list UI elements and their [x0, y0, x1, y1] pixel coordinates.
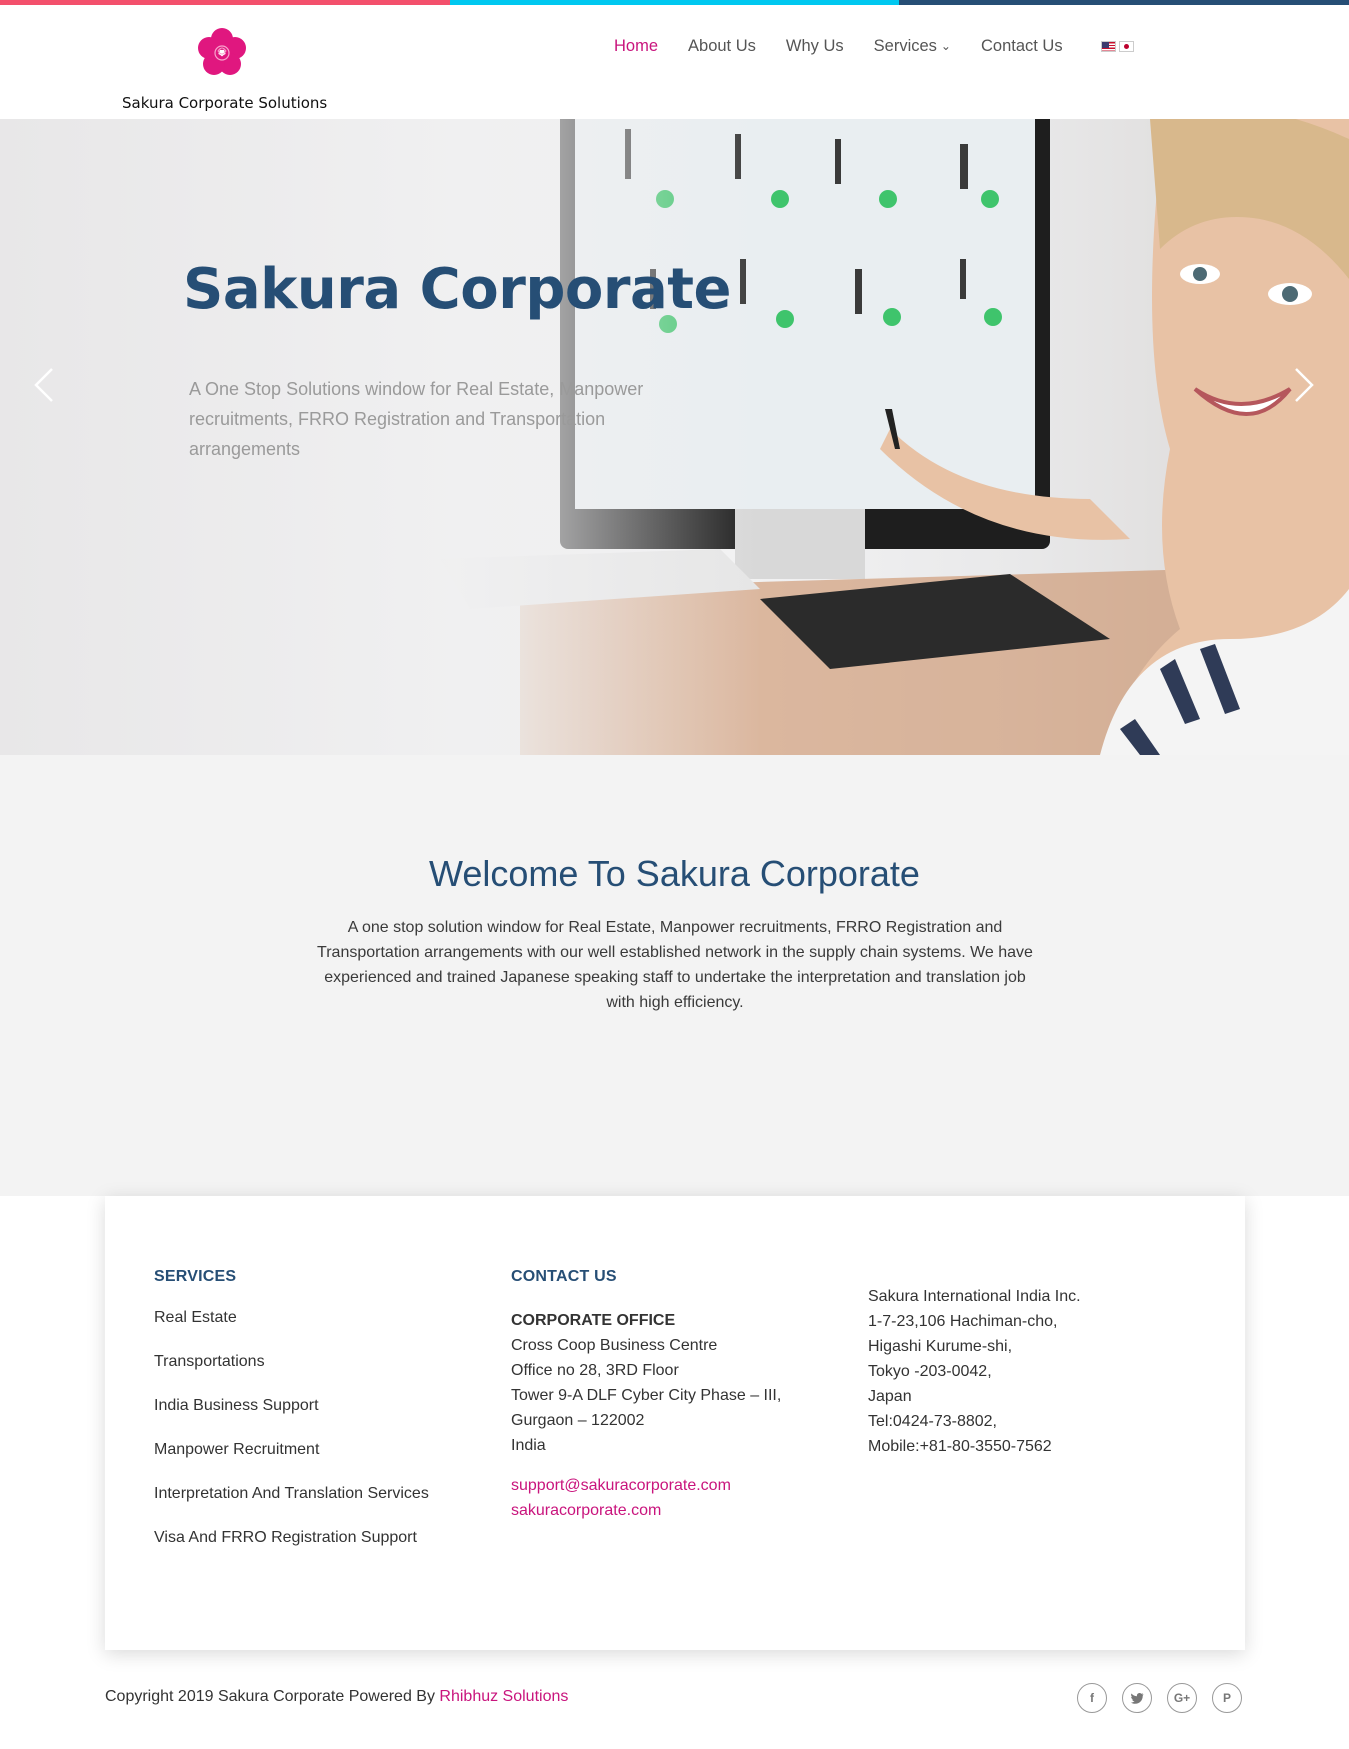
chevron-right-icon[interactable]	[1284, 355, 1324, 415]
sakura-flower-icon	[198, 28, 246, 75]
website-link[interactable]: sakuracorporate.com	[511, 1498, 781, 1523]
nav-about-us[interactable]: About Us	[688, 37, 756, 56]
twitter-bird-glyph	[1130, 1692, 1143, 1704]
us-flag-icon[interactable]	[1100, 41, 1116, 52]
logo-text: Sakura Corporate Solutions	[122, 94, 328, 112]
service-link-manpower-recruitment[interactable]: Manpower Recruitment	[154, 1440, 429, 1484]
hero-slider: Sakura Corporate A One Stop Solutions wi…	[0, 119, 1349, 755]
address-line: Cross Coop Business Centre	[511, 1337, 718, 1354]
nav-services[interactable]: Services ⌄	[874, 37, 951, 56]
japan-address-column: Sakura International India Inc. 1-7-23,1…	[868, 1284, 1081, 1459]
service-link-interpretation[interactable]: Interpretation And Translation Services	[154, 1484, 429, 1528]
services-heading: SERVICES	[154, 1268, 237, 1285]
site-logo[interactable]: Sakura Corporate Solutions	[118, 25, 333, 112]
social-links: f G+ P	[1077, 1683, 1242, 1713]
chevron-left-icon[interactable]	[24, 355, 64, 415]
nav-home[interactable]: Home	[614, 37, 658, 56]
google-plus-icon[interactable]: G+	[1167, 1683, 1197, 1713]
site-header: Sakura Corporate Solutions Home About Us…	[0, 5, 1349, 119]
corporate-office-heading: CORPORATE OFFICE	[511, 1312, 676, 1329]
welcome-title: Welcome To Sakura Corporate	[429, 853, 920, 894]
pinterest-icon[interactable]: P	[1212, 1683, 1242, 1713]
address-line: Office no 28, 3RD Floor	[511, 1362, 679, 1379]
nav-contact-us[interactable]: Contact Us	[981, 37, 1063, 56]
service-link-india-business-support[interactable]: India Business Support	[154, 1396, 429, 1440]
address-line: India	[511, 1437, 546, 1454]
copyright-text: Copyright 2019 Sakura Corporate Powered …	[105, 1688, 568, 1706]
nav-services-label: Services	[873, 37, 937, 55]
hero-subtitle: A One Stop Solutions window for Real Est…	[189, 379, 644, 459]
language-switcher	[1100, 41, 1134, 52]
copyright-prefix: Copyright 2019 Sakura Corporate Powered …	[105, 1688, 440, 1705]
chevron-down-icon: ⌄	[940, 38, 951, 53]
address-line: Gurgaon – 122002	[511, 1412, 645, 1429]
twitter-icon[interactable]	[1122, 1683, 1152, 1713]
japan-mobile: Mobile:+81-80-3550-7562	[868, 1438, 1052, 1455]
powered-by-link[interactable]: Rhibhuz Solutions	[439, 1688, 568, 1705]
nav-why-us[interactable]: Why Us	[786, 37, 844, 56]
contact-heading: CONTACT US	[511, 1268, 617, 1285]
welcome-text: A one stop solution window for Real Esta…	[317, 919, 1033, 1011]
japan-flag-icon[interactable]	[1118, 41, 1134, 52]
japan-address-line: Higashi Kurume-shi,	[868, 1338, 1013, 1355]
services-column: SERVICES Real Estate Transportations Ind…	[154, 1268, 429, 1572]
facebook-icon[interactable]: f	[1077, 1683, 1107, 1713]
japan-address-line: 1-7-23,106 Hachiman-cho,	[868, 1313, 1058, 1330]
japan-address-line: Tokyo -203-0042,	[868, 1363, 992, 1380]
support-email-link[interactable]: support@sakuracorporate.com	[511, 1473, 781, 1498]
contact-column: CONTACT US CORPORATE OFFICE Cross Coop B…	[511, 1268, 781, 1523]
address-line: Tower 9-A DLF Cyber City Phase – III,	[511, 1387, 782, 1404]
welcome-section: Welcome To Sakura Corporate A one stop s…	[0, 755, 1349, 1196]
japan-address-line: Japan	[868, 1388, 912, 1405]
hero-title: Sakura Corporate	[183, 257, 732, 322]
service-link-transportations[interactable]: Transportations	[154, 1352, 429, 1396]
footer-card: SERVICES Real Estate Transportations Ind…	[105, 1196, 1245, 1650]
service-link-visa-frro[interactable]: Visa And FRRO Registration Support	[154, 1528, 429, 1572]
japan-address-line: Sakura International India Inc.	[868, 1288, 1081, 1305]
japan-phone: Tel:0424-73-8802,	[868, 1413, 997, 1430]
service-link-real-estate[interactable]: Real Estate	[154, 1308, 429, 1352]
main-nav: Home About Us Why Us Services ⌄ Contact …	[614, 37, 1134, 56]
